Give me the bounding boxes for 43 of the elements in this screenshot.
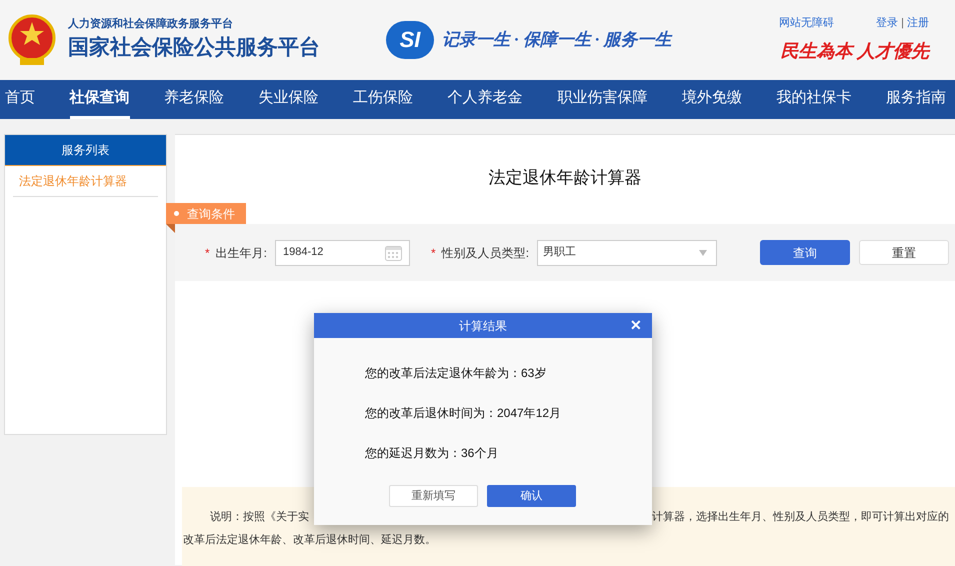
nav-tab[interactable]: 职业伤害保障 [557,80,648,119]
platform-title: 国家社会保险公共服务平台 [68,34,320,61]
dropdown-caret-icon [699,250,708,256]
platform-subtitle: 人力资源和社会保障政务服务平台 [68,17,234,31]
field-label: 性别及人员类型: [442,244,530,262]
register-link[interactable]: 注册 [907,15,929,32]
query-button[interactable]: 查询 [760,240,850,265]
nav-tab[interactable]: 失业保险 [258,80,319,119]
nav-tab[interactable]: 我的社保卡 [776,80,852,119]
sidebar-title: 服务列表 [5,135,166,166]
result-text: 您的延迟月数为：36个月 [365,445,498,462]
refill-button[interactable]: 重新填写 [389,485,478,507]
nav-tab[interactable]: 工伤保险 [353,80,414,119]
section-tag: 查询条件 [166,203,246,224]
note-text: 改革后法定退休年龄、改革后退休时间、延迟月数。 [183,532,436,548]
note-text: 说明：按照《关于实 [210,510,310,525]
required-mark: * [205,244,210,262]
nav-tab[interactable]: 社保查询 [70,80,130,119]
login-link[interactable]: 登录 [876,15,898,32]
type-select[interactable]: 男职工 [537,240,718,266]
required-mark: * [431,244,436,262]
nav-tab[interactable]: 首页 [5,80,35,119]
dialog-title: 计算结果 [459,318,507,334]
nav-tab[interactable]: 养老保险 [164,80,224,119]
reset-button[interactable]: 重置 [859,240,950,265]
birth-date-field[interactable]: 1984-12 [275,240,410,266]
emblem-icon [8,14,56,66]
field-label: 出生年月: [216,244,268,262]
calendar-icon [385,244,402,260]
page-title: 法定退休年龄计算器 [488,167,642,189]
nav-tab[interactable]: 个人养老金 [448,80,523,119]
accessibility-link[interactable]: 网站无障碍 [779,15,834,32]
result-text: 您的改革后法定退休年龄为：63岁 [365,365,546,382]
close-button[interactable]: ✕ [630,316,642,334]
note-text: 计算器，选择出生年月、性别及人员类型，即可计算出对应的 [652,510,949,525]
nav-tab[interactable]: 境外免缴 [682,80,742,119]
nav-tab[interactable]: 服务指南 [886,80,946,119]
confirm-button[interactable]: 确认 [487,485,576,507]
si-logo: SI [386,21,434,59]
separator: | [901,16,904,32]
motto-text: 民生為本 人才優先 [780,40,929,63]
result-text: 您的改革后退休时间为：2047年12月 [365,405,562,422]
slogan: 记录一生 · 保障一生 · 服务一生 [442,29,672,52]
